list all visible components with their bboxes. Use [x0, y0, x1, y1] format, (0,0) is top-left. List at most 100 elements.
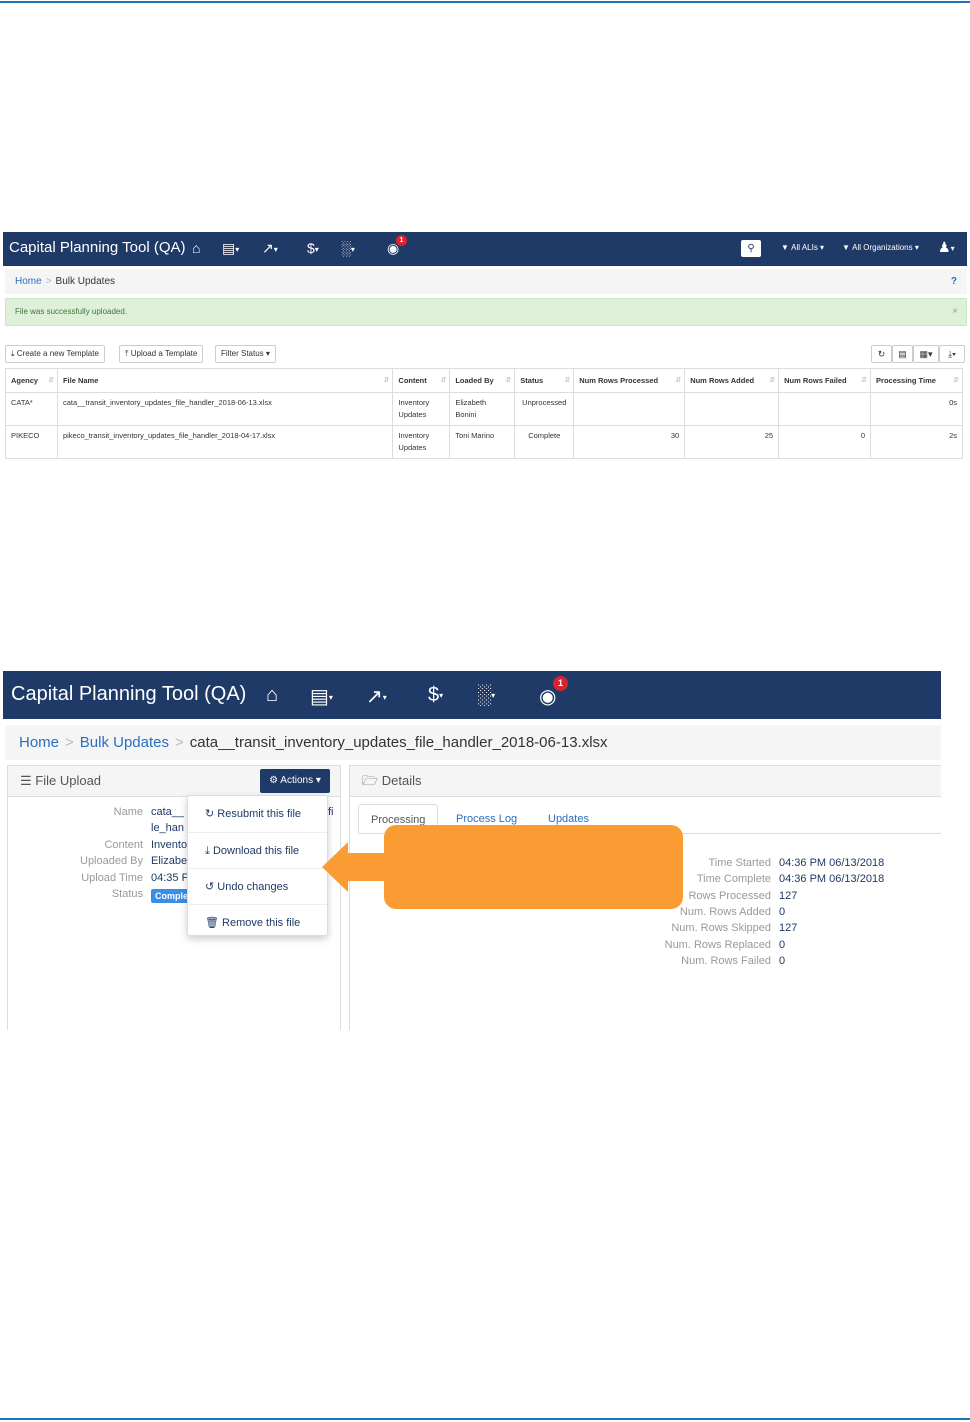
home-icon[interactable]: ⌂ [192, 240, 200, 256]
organization-filter-label: All Organizations [852, 243, 913, 252]
download-icon: ⤓ [11, 349, 15, 358]
page-bottom-rule [0, 1418, 970, 1420]
line-chart-icon[interactable]: ↗▾ [366, 684, 387, 709]
breadcrumb-home[interactable]: Home [15, 276, 42, 287]
details-title: Details [381, 773, 422, 788]
dollar-icon[interactable]: $▾ [307, 240, 319, 256]
col-agency[interactable]: Agency ⇵ [5, 368, 58, 393]
cell-agency: CATA* [5, 392, 58, 426]
notification-badge: 1 [553, 676, 568, 691]
globe-icon[interactable]: ◉ 1 [539, 676, 568, 709]
trash-icon: 🗑 [205, 917, 219, 929]
upload-icon: ⤒ [125, 349, 129, 358]
alert-close-button[interactable]: × [952, 299, 958, 325]
ali-filter-dropdown[interactable]: ▼ All ALIs ▾ [781, 243, 824, 252]
user-icon[interactable]: ♟▾ [938, 239, 955, 256]
rows-skipped-label: Num. Rows Skipped [671, 922, 771, 934]
cell-file-name[interactable]: pikeco_transit_inventory_updates_file_ha… [56, 425, 394, 459]
upload-time-label: Upload Time [81, 872, 143, 884]
remove-file-item[interactable]: 🗑 Remove this file [188, 904, 327, 940]
cell-loaded-by: Toni Marino [449, 425, 516, 459]
actions-button[interactable]: ⚙ Actions ▾ [260, 769, 330, 793]
cell-loaded-by: Elizabeth Bonini [449, 392, 516, 426]
breadcrumb-current: Bulk Updates [55, 276, 116, 287]
col-rows-added[interactable]: Num Rows Added ⇵ [684, 368, 780, 393]
undo-changes-item[interactable]: ↺ Undo changes [188, 868, 327, 904]
col-file-name[interactable]: File Name ⇵ [56, 368, 394, 393]
col-processing-time[interactable]: Processing Time ⇵ [870, 368, 963, 393]
bus-icon[interactable]: ▤▾ [310, 684, 333, 709]
cell-rows-failed [778, 392, 872, 426]
uploaded-by-value: Elizabe [151, 855, 188, 867]
cell-rows-added [684, 392, 780, 426]
cell-file-name[interactable]: cata__transit_inventory_updates_file_han… [56, 392, 394, 426]
alert-text: File was successfully uploaded. [15, 307, 128, 316]
time-complete-value: 04:36 PM 06/13/2018 [779, 873, 885, 885]
notification-badge: 1 [396, 235, 407, 246]
globe-icon[interactable]: ◉ 1 [387, 235, 407, 257]
success-alert: File was successfully uploaded. × [5, 298, 967, 326]
col-status[interactable]: Status ⇵ [514, 368, 575, 393]
columns-icon[interactable]: ▦▾ [913, 345, 939, 363]
table-row[interactable]: PIKECO pikeco_transit_inventory_updates_… [5, 425, 963, 459]
uploaded-by-label: Uploaded By [80, 855, 143, 867]
file-upload-title: File Upload [35, 773, 102, 788]
rows-processed-value: 127 [779, 890, 798, 902]
breadcrumb-home[interactable]: Home [19, 734, 59, 751]
folder-icon: 🗁 [362, 773, 379, 788]
cell-content: Inventory Updates [392, 425, 451, 459]
bus-icon[interactable]: ▤▾ [222, 240, 239, 257]
filter-status-dropdown[interactable]: Filter Status ▾ [215, 345, 276, 363]
file-upload-panel-header: ☰ File Upload ⚙ Actions ▾ [8, 766, 340, 797]
content-label: Content [104, 839, 143, 851]
cell-processing-time: 0s [870, 392, 963, 426]
page-top-rule [0, 1, 970, 3]
help-link[interactable]: ? [951, 269, 957, 294]
app-brand[interactable]: Capital Planning Tool (QA) [9, 239, 185, 256]
create-template-button[interactable]: ⤓ Create a new Template [5, 345, 105, 363]
toggle-view-icon[interactable]: ▤ [892, 345, 913, 363]
bulk-updates-table: Agency ⇵ File Name ⇵ Content ⇵ Loaded By ⇵ S… [5, 368, 963, 459]
download-file-item[interactable]: ⤓ Download this file [188, 832, 327, 868]
bar-chart-icon[interactable]: ░▾ [341, 240, 355, 256]
callout-arrow-stem [346, 853, 386, 881]
refresh-icon[interactable]: ↻ [871, 345, 892, 363]
search-button[interactable]: ⚲ [741, 240, 761, 257]
cell-rows-failed: 0 [778, 425, 872, 459]
export-icon[interactable]: ⤓▾ [939, 345, 965, 363]
bar-chart-icon[interactable]: ░▾ [477, 684, 495, 707]
table-row[interactable]: CATA* cata__transit_inventory_updates_fi… [5, 392, 963, 426]
dollar-icon[interactable]: $▾ [428, 684, 443, 707]
status-label: Status [111, 888, 143, 900]
refresh-icon: ↻ [205, 808, 215, 820]
rows-failed-label: Num. Rows Failed [681, 955, 771, 967]
organization-filter-dropdown[interactable]: ▼ All Organizations ▾ [842, 243, 919, 252]
upload-time-value: 04:35 P [151, 872, 189, 884]
filter-status-label: Filter Status [221, 349, 264, 358]
breadcrumb-bulk-updates[interactable]: Bulk Updates [80, 734, 169, 751]
cell-agency: PIKECO [5, 425, 58, 459]
line-chart-icon[interactable]: ↗▾ [262, 240, 278, 257]
rows-skipped-value: 127 [779, 922, 798, 934]
cell-content: Inventory Updates [392, 392, 451, 426]
cell-rows-added: 25 [684, 425, 780, 459]
col-rows-failed[interactable]: Num Rows Failed ⇵ [778, 368, 872, 393]
download-icon: ⤓ [205, 845, 210, 857]
name-value: cata__ [151, 806, 185, 818]
breadcrumb-current: cata__transit_inventory_updates_file_han… [189, 734, 608, 751]
resubmit-file-item[interactable]: ↻ Resubmit this file [188, 796, 327, 832]
name-value-continued: le_han [151, 822, 185, 834]
cell-processing-time: 2s [870, 425, 963, 459]
content-value: Invento [151, 839, 188, 851]
table-header-row: Agency ⇵ File Name ⇵ Content ⇵ Loaded By ⇵ S… [5, 368, 963, 393]
col-loaded-by[interactable]: Loaded By ⇵ [449, 368, 516, 393]
rows-replaced-value: 0 [779, 939, 786, 951]
name-value-tail: fi [328, 806, 334, 818]
app-brand[interactable]: Capital Planning Tool (QA) [11, 683, 246, 706]
col-content[interactable]: Content ⇵ [392, 368, 451, 393]
upload-template-button[interactable]: ⤒ Upload a Template [119, 345, 204, 363]
home-icon[interactable]: ⌂ [266, 684, 278, 707]
col-rows-processed[interactable]: Num Rows Processed ⇵ [573, 368, 686, 393]
top-navbar: Capital Planning Tool (QA) ⌂ ▤▾ ↗▾ $▾ ░▾… [3, 671, 941, 719]
ali-filter-label: All ALIs [791, 243, 818, 252]
